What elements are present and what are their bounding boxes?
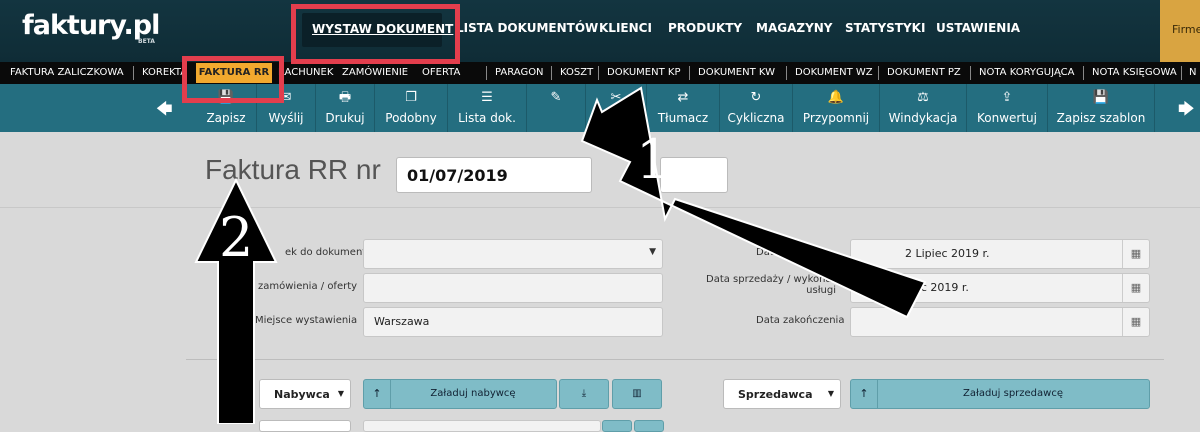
annotation-number-1: 1: [636, 128, 671, 191]
annotation-arrow-1: [580, 86, 927, 319]
annotation-number-2: 2: [219, 206, 254, 269]
annotation-arrows: [194, 86, 927, 424]
